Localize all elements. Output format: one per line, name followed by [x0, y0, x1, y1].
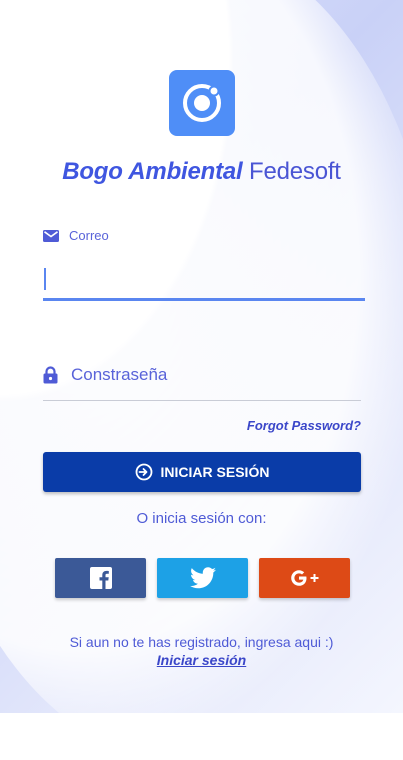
login-button[interactable]: INICIAR SESIÓN: [43, 452, 361, 492]
password-row: [43, 356, 361, 401]
app-title-regular: Fedesoft: [248, 158, 341, 185]
facebook-button[interactable]: [55, 558, 146, 598]
mail-icon: [43, 229, 59, 242]
twitter-button[interactable]: [157, 558, 248, 598]
login-button-label: INICIAR SESIÓN: [160, 464, 270, 480]
lock-icon: [43, 366, 58, 384]
text-caret: [44, 268, 46, 290]
email-label: Correo: [43, 228, 109, 243]
ionic-logo-icon: [183, 84, 221, 122]
google-plus-button[interactable]: [259, 558, 350, 598]
password-field[interactable]: [69, 364, 361, 386]
log-in-icon: [135, 463, 152, 481]
email-field[interactable]: [43, 262, 365, 301]
twitter-icon: [189, 567, 216, 589]
google-plus-icon: [290, 570, 318, 586]
register-prompt: Si aun no te has registrado, ingresa aqu…: [69, 634, 334, 650]
facebook-icon: [89, 567, 112, 589]
social-prompt: O inicia sesión con:: [136, 510, 267, 527]
register-link[interactable]: Iniciar sesión: [0, 652, 403, 668]
app-title: Bogo Ambiental Fedesoft: [0, 158, 403, 186]
app-title-bold: Bogo Ambiental: [62, 158, 243, 185]
email-label-text: Correo: [69, 228, 109, 243]
app-logo: [169, 70, 235, 136]
login-page: Bogo Ambiental Fedesoft Correo Forgot Pa…: [0, 0, 403, 713]
forgot-password-link[interactable]: Forgot Password?: [247, 418, 361, 433]
